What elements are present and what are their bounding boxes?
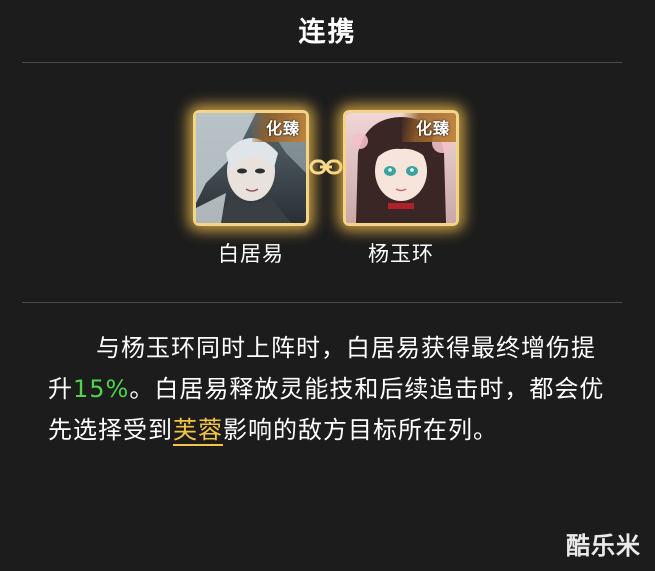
character-name-bai-juyi: 白居易	[218, 242, 284, 266]
badge-evolved: 化臻	[251, 113, 306, 142]
character-name-yang-yuhuan: 杨玉环	[368, 242, 434, 266]
description-part-3: 影响的敌方目标所在列。	[223, 416, 498, 444]
combo-description: 与杨玉环同时上阵时，白居易获得最终增伤提升15%。白居易释放灵能技和后续追击时，…	[48, 328, 608, 451]
watermark-logo: 酷乐米	[566, 532, 641, 560]
chain-link-icon	[309, 159, 343, 175]
damage-bonus-value: 15%	[73, 375, 130, 403]
furong-keyword-link[interactable]: 芙蓉	[173, 416, 223, 446]
character-card-yang-yuhuan[interactable]: 化臻	[343, 110, 459, 226]
middle-divider	[22, 302, 622, 303]
badge-evolved: 化臻	[401, 113, 456, 142]
character-card-bai-juyi[interactable]: 化臻	[193, 110, 309, 226]
combo-panel: 连携 化臻 化臻 白居易 杨玉环 与杨玉环同时上阵时，白居易获得最终增伤提升15…	[0, 0, 655, 571]
panel-title: 连携	[298, 17, 357, 48]
top-divider	[22, 62, 622, 63]
